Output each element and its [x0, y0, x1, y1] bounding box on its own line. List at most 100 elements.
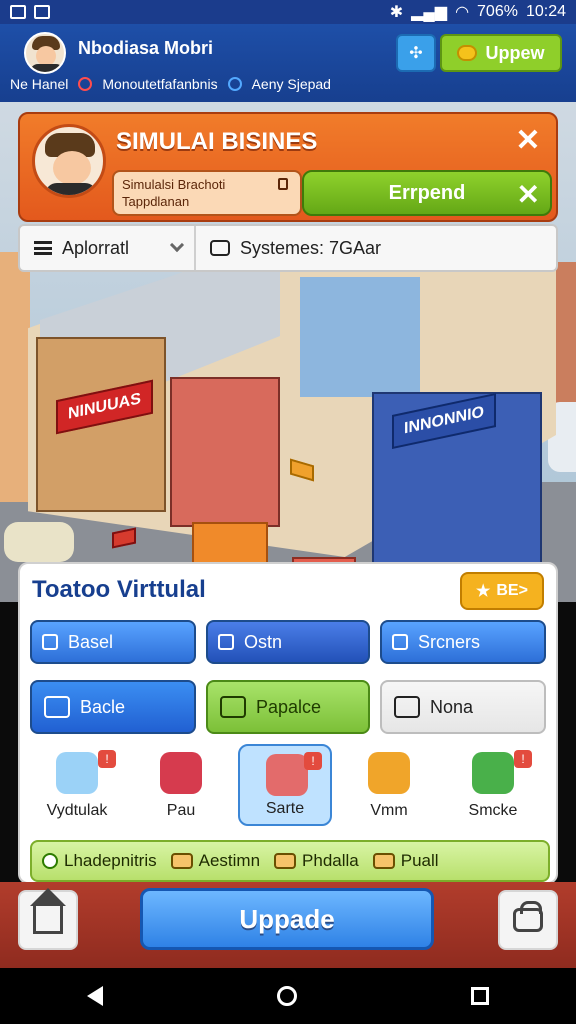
- cart-icon: [472, 752, 514, 794]
- filter-selected: Aplorratl: [62, 237, 130, 258]
- sub-2-icon: [78, 77, 93, 91]
- promo-item-3[interactable]: Phdalla: [274, 851, 359, 871]
- bucket-icon: [56, 752, 98, 794]
- left-building: [0, 252, 30, 502]
- virtual-store-panel: Toatoo Virttulal ★ BE> Basel Ostn Srcner…: [18, 562, 558, 884]
- close-button[interactable]: ✕: [510, 122, 546, 158]
- face-icon: [36, 46, 56, 66]
- upgrade-button[interactable]: Uppade: [140, 888, 434, 950]
- sub-2: Monoutetfafanbnis: [102, 76, 218, 92]
- shop-button[interactable]: [498, 890, 558, 950]
- home-button[interactable]: [18, 888, 78, 950]
- suit-icon: [30, 64, 64, 72]
- filter-bar: Aplorratl Systemes: 7GAar: [18, 224, 558, 272]
- filter-dropdown[interactable]: Aplorratl: [20, 226, 196, 270]
- filter-info: Systemes: 7GAar: [196, 226, 381, 270]
- item-badge-icon: !: [514, 750, 532, 768]
- header-subtitles: Ne Hanel Monoutetfafanbnis Aeny Sjepad: [10, 76, 331, 92]
- bottom-panel-title: Toatoo Virttulal: [32, 576, 206, 603]
- rating-button[interactable]: ★ BE>: [460, 572, 544, 610]
- gift-box-icon: [266, 754, 308, 796]
- map-icon: ✣: [409, 45, 423, 62]
- radio-icon: [42, 853, 58, 869]
- promo-3-label: Phdalla: [302, 851, 359, 870]
- home-icon: [30, 888, 66, 934]
- category-row: Bacle Papalce Nona: [30, 680, 550, 734]
- promo-item-2[interactable]: Aestimn: [170, 851, 260, 871]
- item-badge-icon: !: [304, 752, 322, 770]
- item-smcke[interactable]: ! Smcke: [446, 744, 540, 826]
- tab-row: Basel Ostn Srcners: [30, 620, 550, 664]
- top-header: Nbodiasa Mobri Ne Hanel Monoutetfafanbni…: [0, 24, 576, 102]
- player-avatar[interactable]: [24, 32, 66, 74]
- promo-2-icon: [170, 853, 193, 869]
- expand-button[interactable]: Errpend ✕: [302, 170, 552, 216]
- title-panel: SIMULAI BISINES ✕ Simulalsi Brachoti Tap…: [18, 112, 558, 222]
- status-bar: ✱ ▂▄▆ ◠ 706% 10:24: [0, 0, 576, 24]
- menu-icon: [34, 241, 52, 255]
- tab-ostn[interactable]: Ostn: [206, 620, 370, 664]
- suit-icon: [45, 183, 97, 195]
- category-nona-label: Nona: [430, 696, 474, 717]
- item-label: Smcke: [468, 802, 518, 819]
- bluetooth-icon: ✱: [389, 4, 404, 21]
- item-label: Sarte: [265, 800, 305, 817]
- checkout-counter[interactable]: [192, 522, 268, 564]
- chevron-down-icon: [169, 237, 185, 253]
- notification-icon: [10, 5, 26, 19]
- photo-icon: [34, 5, 50, 19]
- package-icon: [220, 696, 246, 718]
- promo-3-icon: [274, 853, 297, 869]
- tab-srcners-label: Srcners: [418, 631, 481, 652]
- promo-bar[interactable]: Lhadepnitris Aestimn Phdalla Puall: [30, 840, 550, 882]
- car-left: [4, 522, 74, 562]
- tab-basel-label: Basel: [68, 631, 114, 652]
- tab-basel[interactable]: Basel: [30, 620, 196, 664]
- signal-icon: ▂▄▆: [411, 4, 448, 21]
- item-vmm[interactable]: Vmm: [342, 744, 436, 826]
- coin-icon: [457, 45, 478, 61]
- tab-ostn-icon: [218, 634, 234, 650]
- promo-item-1[interactable]: Lhadepnitris: [42, 851, 157, 871]
- panel-subtitle-line2: Tappdlanan: [122, 194, 190, 209]
- status-right: ✱ ▂▄▆ ◠ 706% 10:24: [390, 2, 566, 22]
- header-upgrade-label: Uppew: [485, 42, 545, 63]
- item-sarte[interactable]: ! Sarte: [238, 744, 332, 826]
- store-wall-window: [300, 277, 420, 397]
- back-icon[interactable]: [87, 986, 103, 1006]
- promo-item-4[interactable]: Puall: [372, 851, 439, 871]
- item-grid: ! Vydtulak Pau ! Sarte Vmm ! Smcke: [30, 744, 550, 826]
- item-vydtulak[interactable]: ! Vydtulak: [30, 744, 124, 826]
- category-nona[interactable]: Nona: [380, 680, 546, 734]
- item-pau[interactable]: Pau: [134, 744, 228, 826]
- bag-icon: [160, 752, 202, 794]
- sub-1: Ne Hanel: [10, 76, 69, 92]
- promo-1-label: Lhadepnitris: [64, 851, 157, 870]
- basket-icon: [513, 901, 543, 932]
- wifi-icon: ◠: [455, 4, 470, 21]
- item-label: Pau: [166, 802, 196, 819]
- expand-close-icon[interactable]: ✕: [517, 178, 540, 211]
- category-papalce[interactable]: Papalce: [206, 680, 370, 734]
- category-bacle-label: Bacle: [80, 696, 126, 717]
- category-bacle[interactable]: Bacle: [30, 680, 196, 734]
- promo-4-label: Puall: [400, 851, 439, 870]
- map-button[interactable]: ✣: [396, 34, 436, 72]
- delivery-icon: [394, 696, 420, 718]
- tab-srcners[interactable]: Srcners: [380, 620, 546, 664]
- box-icon: [44, 696, 70, 718]
- shelf-unit-center[interactable]: [170, 377, 280, 527]
- sub-3: Aeny Sjepad: [251, 76, 331, 92]
- system-navbar: [0, 968, 576, 1024]
- manager-avatar: [32, 124, 106, 198]
- home-nav-icon[interactable]: [277, 986, 297, 1006]
- cardboard-box-icon: [368, 752, 410, 794]
- recent-apps-icon[interactable]: [471, 987, 489, 1005]
- player-name: Nbodiasa Mobri: [78, 38, 214, 58]
- header-upgrade-button[interactable]: Uppew: [440, 34, 562, 72]
- face-icon: [53, 151, 91, 185]
- lock-icon: [278, 178, 288, 190]
- star-icon: ★: [476, 583, 491, 600]
- filter-info-text: Systemes: 7GAar: [240, 237, 382, 258]
- item-label: Vmm: [370, 802, 408, 819]
